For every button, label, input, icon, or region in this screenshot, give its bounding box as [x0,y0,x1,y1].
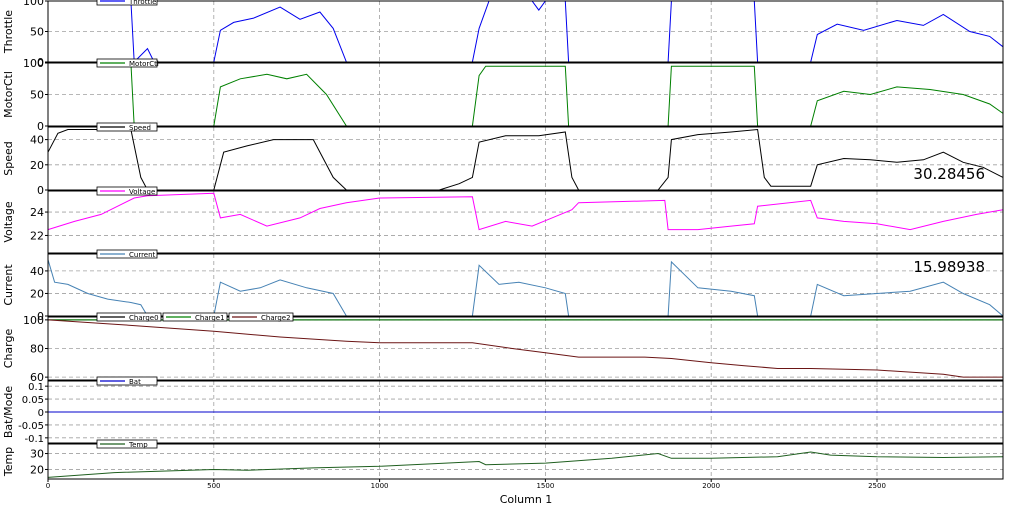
y-tick-label: 100 [23,57,44,70]
y-tick-label: 22 [30,229,44,242]
series-line-voltage [47,192,1004,231]
chart-panels: 0 50 100 Throttle Throttle 0 50 100 MotorCtl Moto… [2,0,1004,480]
legend-entry: Charge0 [129,314,159,322]
y-tick-label: 0.05 [22,395,44,406]
panel-frame [47,190,1004,254]
legend-entry: Voltage [129,188,155,196]
legend-entry: Temp [128,441,148,449]
legend: Voltage [96,186,158,196]
y-tick-label: 100 [23,314,44,327]
y-tick-label: 0 [37,120,44,133]
legend: MotorCtl [96,58,159,68]
value-readout: 30.28456 [913,165,985,183]
y-tick-label: 40 [30,134,44,147]
series-line-current [47,259,1004,317]
x-tick-label: 2500 [868,482,886,490]
x-tick-label: 1000 [371,482,389,490]
legend-entry: MotorCtl [129,60,159,68]
y-tick-label: 0 [37,184,44,197]
y-axis-label: Speed [2,141,15,175]
y-axis-label: Bat/Mode [2,386,15,439]
legend: Current [96,249,158,259]
legend-entry: Throttle [128,0,156,6]
y-axis-label: Temp [2,447,15,477]
x-tick-label: 2000 [702,482,720,490]
series-line-temp [47,451,1004,478]
panel-current: 02040CurrentCurrent15.98938 [2,249,1004,323]
y-tick-label: 20 [30,463,44,476]
legend: Throttle [96,0,158,6]
value-readout: 15.98938 [913,258,985,276]
y-tick-label: 20 [30,287,44,300]
x-axis: 0 500 1000 1500 2000 2500 [46,479,886,490]
x-axis-label: Column 1 [500,493,553,506]
panel-motorctl: 0 50 100 MotorCtl MotorCtl [2,57,1004,133]
legend: Charge0 Charge1 Charge2 [96,312,294,322]
legend-entry: Speed [129,124,151,132]
panel-charge: 6080100ChargeCharge0 Charge1 Charge2 [2,312,1004,384]
legend: Bat [96,376,158,386]
x-tick-label: 500 [207,482,220,490]
y-axis-label: Charge [2,329,15,369]
y-tick-label: 50 [30,26,44,39]
x-tick-label: 1500 [536,482,554,490]
legend: Temp [96,439,158,449]
panel-frame [47,253,1004,317]
legend-entry: Bat [129,378,141,386]
y-axis-label: Throttle [2,10,15,54]
y-tick-label: 50 [30,89,44,102]
y-tick-label: -0.05 [18,421,44,432]
y-tick-label: 24 [30,206,44,219]
legend-entry: Charge1 [195,314,225,322]
panel-speed: 0 20 40 Speed Speed 30.28456 [2,122,1004,197]
y-tick-label: -0.1 [24,434,44,445]
panel-bat-mode: -0.1 -0.05 0 0.05 0.1 Bat/Mode Bat [2,376,1004,445]
legend: Speed [96,122,158,132]
legend-entry: Charge2 [261,314,291,322]
y-tick-label: 20 [30,159,44,172]
y-axis-label: MotorCtl [2,71,15,118]
y-axis-label: Voltage [2,201,15,242]
panel-frame [47,126,1004,191]
y-tick-label: 100 [23,0,44,8]
panel-temp: 20 30 Temp Temp [2,439,1004,480]
y-tick-label: 30 [30,448,44,461]
y-tick-label: 80 [30,343,44,356]
series-line-speed [47,128,1004,191]
y-tick-label: 0.1 [28,382,44,393]
y-tick-label: 0 [38,408,44,419]
panel-frame [47,443,1004,480]
y-tick-label: 40 [30,265,44,278]
multi-panel-line-chart: 0 50 100 Throttle Throttle 0 50 100 MotorCtl Moto… [2,0,1004,506]
legend-entry: Current [129,251,156,259]
panel-voltage: 22 24 Voltage Voltage [2,186,1004,254]
y-axis-label: Current [2,264,15,306]
x-tick-label: 0 [46,482,50,490]
